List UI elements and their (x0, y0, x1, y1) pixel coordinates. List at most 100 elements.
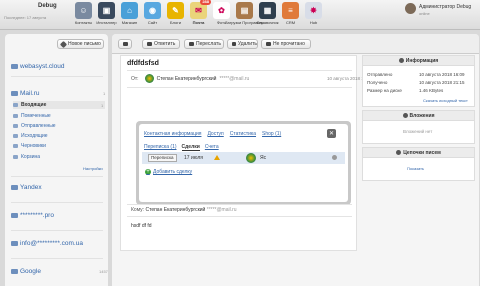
app-contacts[interactable]: ☺ Контакты (72, 2, 95, 25)
app-label: Справочник (256, 20, 279, 25)
app-reference[interactable]: ▦ Справочник (256, 2, 279, 25)
info-icon (398, 58, 404, 63)
mail-icon: ✉ 288 (190, 0, 211, 19)
divider (127, 216, 352, 217)
unread-badge: 288 (200, 0, 211, 5)
sender-avatar[interactable] (144, 74, 154, 83)
new-mail-button[interactable]: Новое письмо (57, 39, 104, 49)
add-deal-link[interactable]: + Добавить сделку (145, 169, 192, 175)
from-label: От: (131, 75, 139, 82)
info-value: 10 августа 2018 16:09 (419, 72, 465, 77)
app-label: Контакты (74, 20, 93, 25)
divider (127, 87, 352, 88)
account-pro[interactable]: *********.pro (11, 212, 54, 219)
envelope-icon (11, 241, 18, 246)
deal-owner: Яс (260, 155, 267, 161)
top-app-bar: Debug Последнее: 17 августа ☺ Контакты ▣ Ин… (0, 0, 480, 30)
account-google[interactable]: Google 1457 (11, 268, 108, 275)
contact-subtabs: Переписка (1) Сделки Счета (144, 144, 224, 151)
app-blog[interactable]: ✎ Блоги (164, 2, 187, 25)
app-label: Сайт (147, 20, 158, 25)
divider (127, 204, 352, 205)
forward-button[interactable]: Переслать (184, 39, 224, 49)
brand: Debug Последнее: 17 августа (4, 3, 68, 20)
back-arrow-icon (123, 42, 128, 46)
folder-trash[interactable]: Корзина (13, 153, 105, 161)
eye-icon (266, 42, 271, 46)
blog-icon: ✎ (167, 2, 184, 19)
app-site[interactable]: ◉ Сайт (141, 2, 164, 25)
message-body: hsdf df fd (131, 223, 152, 229)
mailbox-settings-link[interactable]: Настройки (83, 166, 103, 171)
divider (11, 76, 103, 77)
app-crm[interactable]: ≡ CRM (279, 2, 302, 25)
recipient-name[interactable]: Степан Екатеринбургский (145, 207, 205, 213)
site-icon: ◉ (144, 2, 161, 19)
installer-icon: ▣ (98, 2, 115, 19)
outbox-icon (13, 134, 18, 138)
subtab-invoices[interactable]: Счета (205, 144, 219, 151)
gear-icon[interactable] (332, 155, 337, 160)
reply-button[interactable]: Ответить (142, 39, 180, 49)
folder-label: Корзина (21, 154, 41, 160)
account-name: webasyst.cloud (20, 63, 65, 70)
warning-icon (214, 155, 220, 160)
plus-icon: + (145, 169, 151, 175)
info-title: Информация (405, 57, 439, 64)
message-toolbar: Ответить Переслать Удалить Не прочитано (112, 34, 479, 54)
sender-name[interactable]: Степан Екатеринбургский (157, 76, 217, 82)
back-button[interactable] (118, 39, 132, 49)
account-info[interactable]: info@*********.com.ua (11, 240, 83, 247)
deal-row[interactable]: Переписка 17 июля Яс (142, 152, 345, 164)
account-name: *********.pro (20, 212, 54, 219)
folder-sent[interactable]: Отправленные (13, 122, 105, 130)
tab-shop[interactable]: Shop (1) (262, 131, 281, 137)
deal-stage-badge: Переписка (148, 154, 177, 162)
tab-contact-info[interactable]: Контактная информация (144, 131, 201, 137)
delete-button[interactable]: Удалить (227, 39, 258, 49)
tab-stats[interactable]: Статистика (230, 131, 256, 137)
envelope-icon (11, 64, 18, 69)
divider (11, 258, 103, 259)
folder-drafts[interactable]: Черновики (13, 142, 105, 150)
hub-icon: ✸ (305, 2, 322, 19)
thread-title: Цепочки писем (403, 149, 441, 156)
folder-outbox[interactable]: Исходящие (13, 132, 105, 140)
user-name[interactable]: Администратор Debug (419, 4, 471, 10)
mark-unread-button[interactable]: Не прочитано (261, 39, 311, 49)
subtab-correspondence[interactable]: Переписка (1) (144, 144, 177, 151)
attachments-section: Вложения Вложений нет (362, 110, 475, 144)
attachments-header: Вложения (363, 111, 474, 121)
close-icon[interactable]: ✕ (327, 129, 336, 138)
message-from: От: Степан Екатеринбургский *****@mail.r… (131, 74, 373, 83)
app-files[interactable]: ▤ Загрузки Программы (225, 2, 264, 25)
forward-icon (189, 42, 194, 46)
account-webasyst[interactable]: webasyst.cloud (11, 63, 64, 70)
reply-icon (147, 42, 152, 46)
folder-label: Помеченные (21, 113, 51, 119)
account-name: info@*********.com.ua (20, 240, 83, 247)
tab-access[interactable]: Доступ (207, 131, 223, 137)
attachments-title: Вложения (409, 112, 435, 119)
subtab-deals[interactable]: Сделки (181, 144, 200, 151)
folder-inbox[interactable]: Входящие 1 (13, 101, 105, 109)
app-installer[interactable]: ▣ Инсталлер (95, 2, 118, 25)
account-mailru[interactable]: Mail.ru 1 (11, 90, 105, 97)
app-hub[interactable]: ✸ Hub (302, 2, 325, 25)
folder-flagged[interactable]: Помеченные (13, 112, 105, 120)
files-icon: ▤ (236, 2, 253, 19)
message-subject: dfdfdsfsd (127, 60, 159, 67)
user-avatar[interactable] (405, 3, 416, 14)
folder-label: Черновики (21, 143, 46, 149)
message-info-pane: Информация Отправлено 10 августа 2018 16… (362, 55, 475, 251)
app-store[interactable]: ⌂ Магазин (118, 2, 141, 25)
inbox-icon (13, 103, 18, 107)
download-source-link[interactable]: Скачать исходный текст (423, 98, 468, 103)
app-mail[interactable]: ✉ 288 Почта (187, 0, 211, 25)
folder-label: Отправленные (21, 123, 56, 129)
thread-show-link[interactable]: Показать (407, 166, 424, 171)
account-yandex[interactable]: Yandex (11, 184, 42, 191)
app-label: Hub (309, 20, 318, 25)
info-section: Информация Отправлено 10 августа 2018 16… (362, 55, 475, 107)
app-label: Почта (192, 20, 205, 25)
